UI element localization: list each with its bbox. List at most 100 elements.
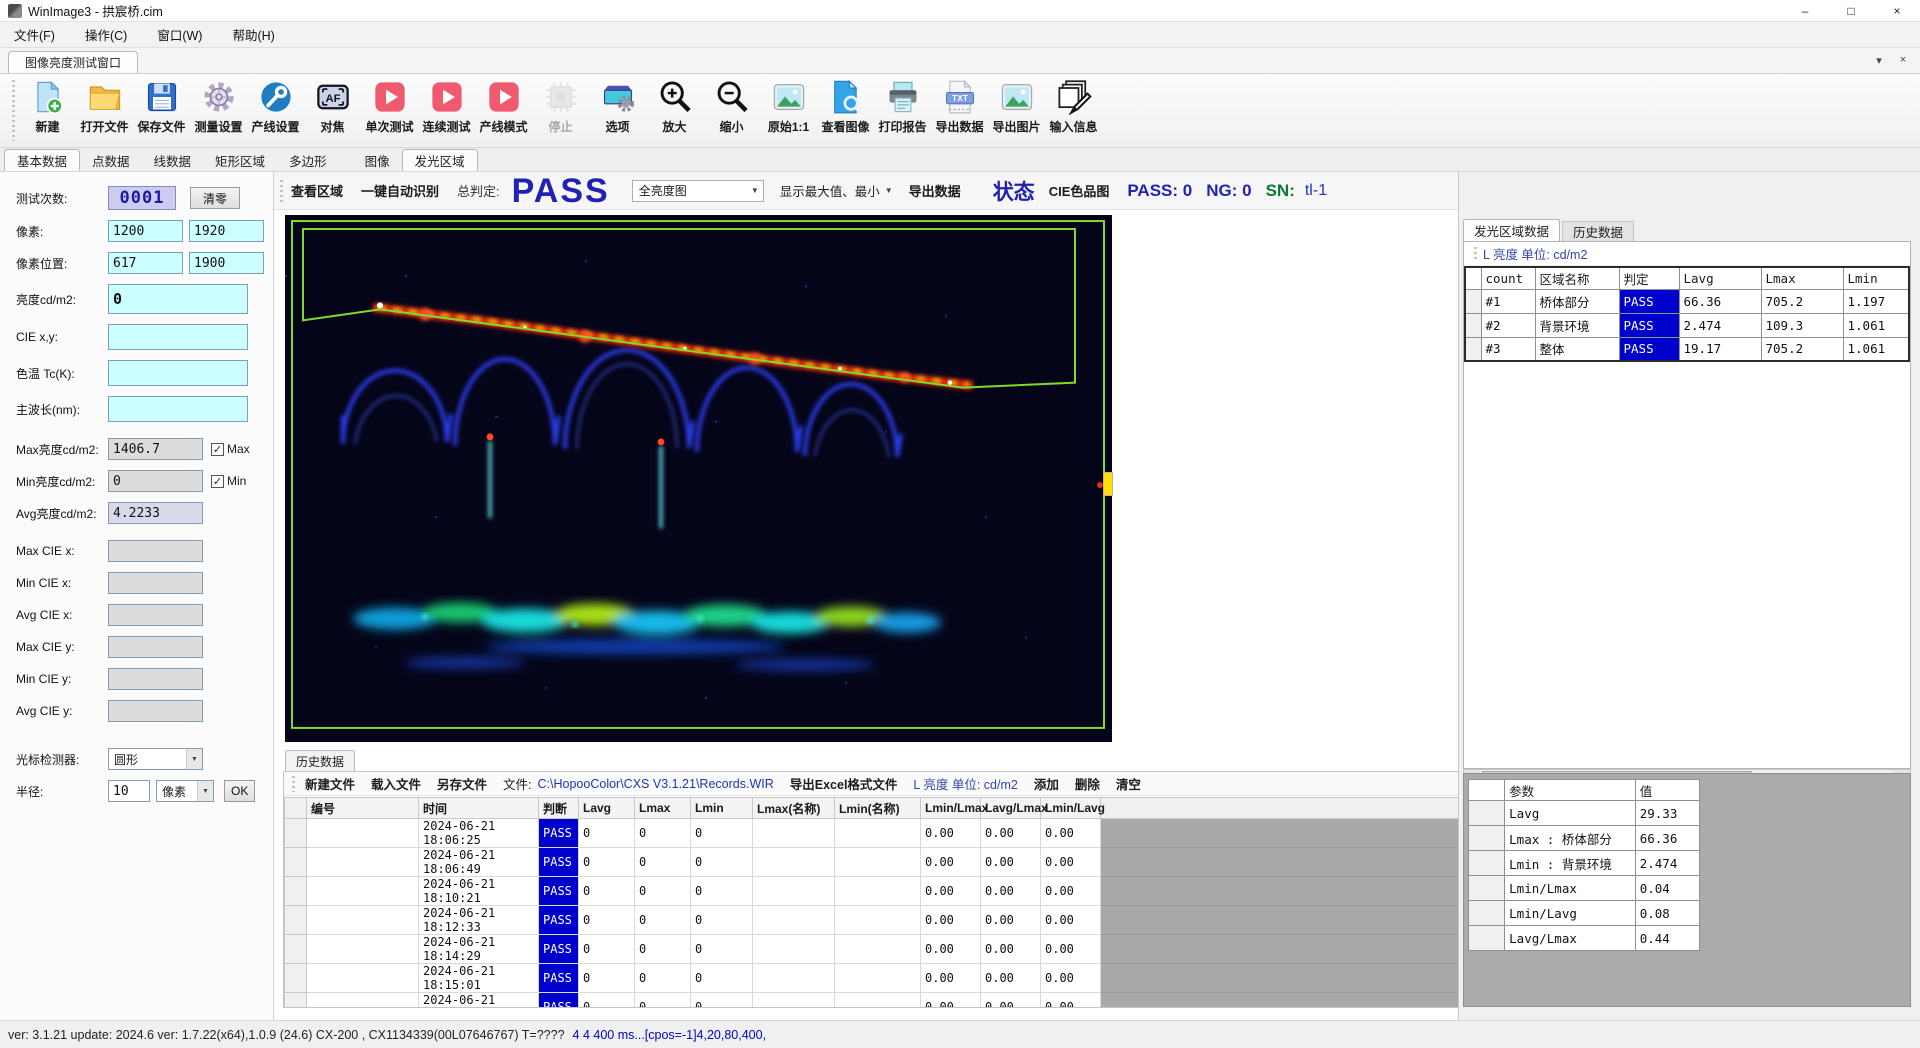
min-lum-field[interactable]: 0 — [108, 470, 203, 492]
menu-help[interactable]: 帮助(H) — [232, 25, 274, 44]
pixel-pos-x-field[interactable]: 617 — [108, 252, 183, 274]
close-icon[interactable]: × — [1874, 0, 1920, 22]
column-header[interactable]: Lmin(名称) — [835, 798, 921, 819]
param-row[interactable]: Lmin/Lmax 0.04 — [1469, 876, 1700, 901]
zoom-in-button[interactable]: 放大 — [646, 74, 703, 147]
radius-unit-select[interactable]: 像素 ▼ — [156, 780, 214, 802]
original-1-1-button[interactable]: 原始1:1 — [760, 74, 817, 147]
column-header[interactable]: Lavg/Lmax — [981, 798, 1041, 819]
column-header[interactable]: 时间 — [419, 798, 539, 819]
single-test-button[interactable]: 单次测试 — [361, 74, 418, 147]
region-row[interactable]: #2 背景环境 PASS 2.474 109.3 1.061 — [1465, 313, 1909, 337]
print-report-button[interactable]: 打印报告 — [874, 74, 931, 147]
avg-lum-field[interactable]: 4.2233 — [108, 502, 203, 524]
max-lum-field[interactable]: 1406.7 — [108, 438, 203, 460]
tab-history-data-right[interactable]: 历史数据 — [1562, 221, 1634, 241]
auto-detect-button[interactable]: 一键自动识别 — [361, 181, 439, 200]
display-mode-select[interactable]: 显示最大值、最小 ▼ — [780, 181, 893, 200]
max-checkbox[interactable]: ✓Max — [211, 442, 250, 456]
tab-image-luminance-test[interactable]: 图像亮度测试窗口 — [8, 51, 138, 73]
tab-close-icon[interactable]: × — [1894, 51, 1912, 69]
luminance-image[interactable] — [285, 215, 1112, 742]
column-header[interactable]: 值 — [1635, 780, 1699, 801]
column-header[interactable]: 判定 — [1619, 267, 1679, 289]
region-row[interactable]: #3 整体 PASS 19.17 705.2 1.061 — [1465, 337, 1909, 361]
minimize-icon[interactable]: – — [1782, 0, 1828, 22]
cie-xy-field[interactable] — [108, 324, 248, 350]
continuous-test-button[interactable]: 连续测试 — [418, 74, 475, 147]
region-row[interactable]: #1 桥体部分 PASS 66.36 705.2 1.197 — [1465, 289, 1909, 313]
pixel-pos-y-field[interactable]: 1900 — [189, 252, 264, 274]
column-header[interactable]: Lmax — [635, 798, 691, 819]
pixel-width-field[interactable]: 1200 — [108, 220, 183, 242]
new-record-file-button[interactable]: 新建文件 — [305, 774, 355, 793]
add-record-button[interactable]: 添加 — [1034, 774, 1059, 793]
delete-record-button[interactable]: 删除 — [1075, 774, 1100, 793]
tab-basic-data[interactable]: 基本数据 — [4, 149, 80, 171]
min-cie-y-field[interactable] — [108, 668, 203, 690]
new-button[interactable]: 新建 — [19, 74, 76, 147]
column-header[interactable]: 编号 — [307, 798, 419, 819]
cie-chart-button[interactable]: CIE色品图 — [1049, 181, 1110, 200]
export-data-button[interactable]: TXT 导出数据 — [931, 74, 988, 147]
export-image-button[interactable]: 导出图片 — [988, 74, 1045, 147]
tab-polygon[interactable]: 多边形 — [277, 149, 339, 171]
options-button[interactable]: 选项 — [589, 74, 646, 147]
line-mode-button[interactable]: 产线模式 — [475, 74, 532, 147]
clear-records-button[interactable]: 清空 — [1116, 774, 1141, 793]
zoom-out-button[interactable]: 缩小 — [703, 74, 760, 147]
column-header[interactable]: 区域名称 — [1535, 267, 1619, 289]
tab-rect-region[interactable]: 矩形区域 — [203, 149, 277, 171]
ok-button[interactable]: OK — [224, 780, 255, 802]
input-info-button[interactable]: 输入信息 — [1045, 74, 1102, 147]
cursor-detector-select[interactable]: 圆形 ▼ — [108, 748, 203, 770]
tab-point-data[interactable]: 点数据 — [80, 149, 142, 171]
max-cie-y-field[interactable] — [108, 636, 203, 658]
param-row[interactable]: Lmax : 桥体部分 66.36 — [1469, 826, 1700, 851]
tab-line-data[interactable]: 线数据 — [142, 149, 204, 171]
load-record-file-button[interactable]: 载入文件 — [371, 774, 421, 793]
column-header[interactable]: Lmin/Lmax — [921, 798, 981, 819]
column-header[interactable]: Lavg — [579, 798, 635, 819]
luminance-field[interactable]: 0 — [108, 284, 248, 314]
param-row[interactable]: Lmin : 背景环境 2.474 — [1469, 851, 1700, 876]
wavelength-field[interactable] — [108, 396, 248, 422]
image-mode-select[interactable]: 全亮度图 ▼ — [632, 180, 764, 202]
tab-list-dropdown-icon[interactable]: ▾ — [1870, 51, 1888, 69]
param-row[interactable]: Lmin/Lavg 0.08 — [1469, 901, 1700, 926]
max-cie-x-field[interactable] — [108, 540, 203, 562]
column-header[interactable]: Lmin — [1843, 267, 1909, 289]
min-checkbox[interactable]: ✓Min — [211, 474, 246, 488]
tab-image[interactable]: 图像 — [353, 149, 402, 171]
column-header[interactable]: 判断 — [539, 798, 579, 819]
export-excel-button[interactable]: 导出Excel格式文件 — [790, 774, 898, 793]
maximize-icon[interactable]: □ — [1828, 0, 1874, 22]
save-file-button[interactable]: 保存文件 — [133, 74, 190, 147]
column-header[interactable]: Lmax — [1761, 267, 1843, 289]
column-header[interactable]: Lmin/Lavg — [1041, 798, 1101, 819]
view-image-button[interactable]: 查看图像 — [817, 74, 874, 147]
column-header[interactable]: Lmax(名称) — [753, 798, 835, 819]
clear-count-button[interactable]: 清零 — [190, 187, 240, 209]
avg-cie-y-field[interactable] — [108, 700, 203, 722]
column-header[interactable]: Lavg — [1679, 267, 1761, 289]
menu-file[interactable]: 文件(F) — [14, 25, 55, 44]
tab-luminous-region[interactable]: 发光区域 — [402, 149, 478, 171]
view-region-button[interactable]: 查看区域 — [291, 181, 343, 200]
pixel-height-field[interactable]: 1920 — [189, 220, 264, 242]
column-header[interactable]: count — [1481, 267, 1535, 289]
min-cie-x-field[interactable] — [108, 572, 203, 594]
param-row[interactable]: Lavg 29.33 — [1469, 801, 1700, 826]
measure-settings-button[interactable]: 测量设置 — [190, 74, 247, 147]
export-data-button[interactable]: 导出数据 — [909, 181, 961, 200]
radius-field[interactable]: 10 — [108, 780, 150, 802]
line-settings-button[interactable]: 产线设置 — [247, 74, 304, 147]
open-file-button[interactable]: 打开文件 — [76, 74, 133, 147]
param-row[interactable]: Lavg/Lmax 0.44 — [1469, 926, 1700, 951]
save-as-record-file-button[interactable]: 另存文件 — [437, 774, 487, 793]
color-temp-field[interactable] — [108, 360, 248, 386]
column-header[interactable]: 参数 — [1505, 780, 1636, 801]
menu-window[interactable]: 窗口(W) — [157, 25, 202, 44]
tab-luminous-region-data[interactable]: 发光区域数据 — [1463, 219, 1560, 241]
menu-operate[interactable]: 操作(C) — [85, 25, 127, 44]
